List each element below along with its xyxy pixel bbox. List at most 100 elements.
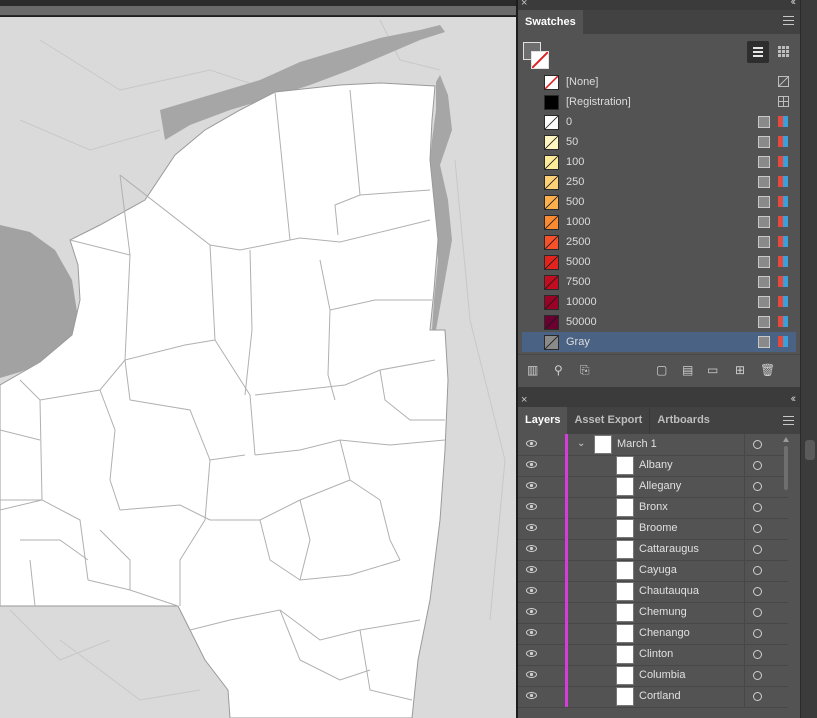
target-circle-icon[interactable]	[753, 503, 762, 512]
swatch-row[interactable]: 10000	[522, 292, 796, 312]
layer-name[interactable]: March 1	[617, 434, 657, 455]
swatch-name: [Registration]	[566, 96, 631, 108]
layer-row-parent[interactable]: ⌄ March 1	[518, 434, 788, 456]
target-circle-icon[interactable]	[753, 566, 762, 575]
visibility-eye-icon[interactable]	[526, 650, 537, 657]
swatch-row[interactable]: 50000	[522, 312, 796, 332]
swatch-row[interactable]: 250	[522, 172, 796, 192]
dock-scroll-handle[interactable]	[805, 440, 815, 460]
target-circle-icon[interactable]	[753, 608, 762, 617]
swatch-row[interactable]: 2500	[522, 232, 796, 252]
close-icon[interactable]: ×	[521, 0, 527, 9]
swatch-row[interactable]: 1000	[522, 212, 796, 232]
swatch-row[interactable]: 0	[522, 112, 796, 132]
target-circle-icon[interactable]	[753, 587, 762, 596]
target-circle-icon[interactable]	[753, 545, 762, 554]
sublayer-name[interactable]: Chenango	[639, 623, 690, 644]
tab-artboards[interactable]: Artboards	[650, 407, 717, 434]
sublayer-name[interactable]: Allegany	[639, 476, 681, 497]
swatch-row[interactable]: 100	[522, 152, 796, 172]
swatch-row[interactable]: 5000	[522, 252, 796, 272]
swatch-row[interactable]: [Registration]	[522, 92, 796, 112]
visibility-eye-icon[interactable]	[526, 566, 537, 573]
swatch-row[interactable]: [None]	[522, 72, 796, 92]
sublayer-row[interactable]: Chenango	[518, 623, 788, 645]
sublayer-row[interactable]: Albany	[518, 455, 788, 477]
layer-color-bar	[565, 623, 568, 644]
visibility-eye-icon[interactable]	[526, 461, 537, 468]
panel-menu-icon[interactable]	[783, 16, 794, 25]
sublayer-row[interactable]: Columbia	[518, 665, 788, 687]
visibility-eye-icon[interactable]	[526, 587, 537, 594]
sublayer-row[interactable]: Clinton	[518, 644, 788, 666]
visibility-eye-icon[interactable]	[526, 629, 537, 636]
list-view-icon[interactable]	[747, 41, 769, 63]
grid-view-icon[interactable]	[773, 41, 795, 63]
swatch-row[interactable]: 50	[522, 132, 796, 152]
target-circle-icon[interactable]	[753, 482, 762, 491]
swatch-row[interactable]: Gray	[522, 332, 796, 352]
swatch-options-icon[interactable]: ▤	[682, 363, 693, 377]
swatch-kind-icon[interactable]: ⚲	[554, 363, 563, 377]
sublayer-row[interactable]: Cayuga	[518, 560, 788, 582]
sublayer-name[interactable]: Chautauqua	[639, 581, 699, 602]
sublayer-name[interactable]: Clinton	[639, 644, 673, 665]
new-color-group-icon[interactable]: ▢	[656, 363, 667, 377]
target-circle-icon[interactable]	[753, 671, 762, 680]
target-circle-icon[interactable]	[753, 650, 762, 659]
swatch-row[interactable]: 7500	[522, 272, 796, 292]
sublayer-name[interactable]: Broome	[639, 518, 678, 539]
layer-color-bar	[565, 665, 568, 686]
visibility-eye-icon[interactable]	[526, 692, 537, 699]
artboard-canvas[interactable]	[0, 17, 516, 718]
target-circle-icon[interactable]	[753, 461, 762, 470]
collapse-icon[interactable]: ‹‹	[791, 393, 797, 405]
sublayer-name[interactable]: Columbia	[639, 665, 685, 686]
expand-chevron-icon[interactable]: ⌄	[577, 438, 585, 449]
tab-swatches[interactable]: Swatches	[518, 10, 583, 34]
new-folder-icon[interactable]: ▭	[707, 363, 718, 377]
swatch-row[interactable]: 500	[522, 192, 796, 212]
visibility-eye-icon[interactable]	[526, 503, 537, 510]
visibility-eye-icon[interactable]	[526, 545, 537, 552]
stroke-color-icon[interactable]	[531, 51, 549, 69]
close-icon[interactable]: ×	[521, 394, 527, 406]
delete-icon[interactable]: 🗑	[760, 363, 775, 377]
sublayer-name[interactable]: Cortland	[639, 686, 681, 707]
sublayer-name[interactable]: Chemung	[639, 602, 687, 623]
sublayer-row[interactable]: Cortland	[518, 686, 788, 708]
tab-layers[interactable]: Layers	[518, 407, 568, 434]
layer-thumbnail	[616, 687, 634, 706]
sublayer-name[interactable]: Albany	[639, 455, 673, 476]
visibility-eye-icon[interactable]	[526, 524, 537, 531]
sublayer-row[interactable]: Allegany	[518, 476, 788, 498]
visibility-eye-icon[interactable]	[526, 671, 537, 678]
swatch-chip	[544, 135, 559, 150]
target-circle-icon[interactable]	[753, 692, 762, 701]
sublayer-name[interactable]: Cayuga	[639, 560, 677, 581]
layers-scrollbar[interactable]	[782, 434, 790, 704]
tab-asset-export[interactable]: Asset Export	[567, 407, 651, 434]
sublayer-name[interactable]: Bronx	[639, 497, 668, 518]
new-york-county-map[interactable]	[0, 17, 516, 718]
show-swatch-options-icon[interactable]: ⎘	[580, 363, 590, 378]
sublayer-row[interactable]: Bronx	[518, 497, 788, 519]
sublayer-row[interactable]: Chautauqua	[518, 581, 788, 603]
collapse-icon[interactable]: ‹‹	[791, 0, 797, 8]
layer-thumbnail	[616, 540, 634, 559]
sublayer-name[interactable]: Cattaraugus	[639, 539, 699, 560]
sublayer-row[interactable]: Cattaraugus	[518, 539, 788, 561]
visibility-eye-icon[interactable]	[526, 482, 537, 489]
target-circle-icon[interactable]	[753, 629, 762, 638]
panel-resize-bar[interactable]	[518, 387, 800, 397]
target-circle-icon[interactable]	[753, 524, 762, 533]
sublayer-row[interactable]: Chemung	[518, 602, 788, 624]
visibility-eye-icon[interactable]	[526, 440, 537, 447]
new-swatch-icon[interactable]: ⊞	[735, 363, 745, 377]
sublayer-row[interactable]: Broome	[518, 518, 788, 540]
layer-thumbnail	[594, 435, 612, 454]
swatch-libraries-icon[interactable]: ▥	[527, 363, 538, 377]
panel-menu-icon[interactable]	[783, 416, 794, 425]
target-circle-icon[interactable]	[753, 440, 762, 449]
visibility-eye-icon[interactable]	[526, 608, 537, 615]
